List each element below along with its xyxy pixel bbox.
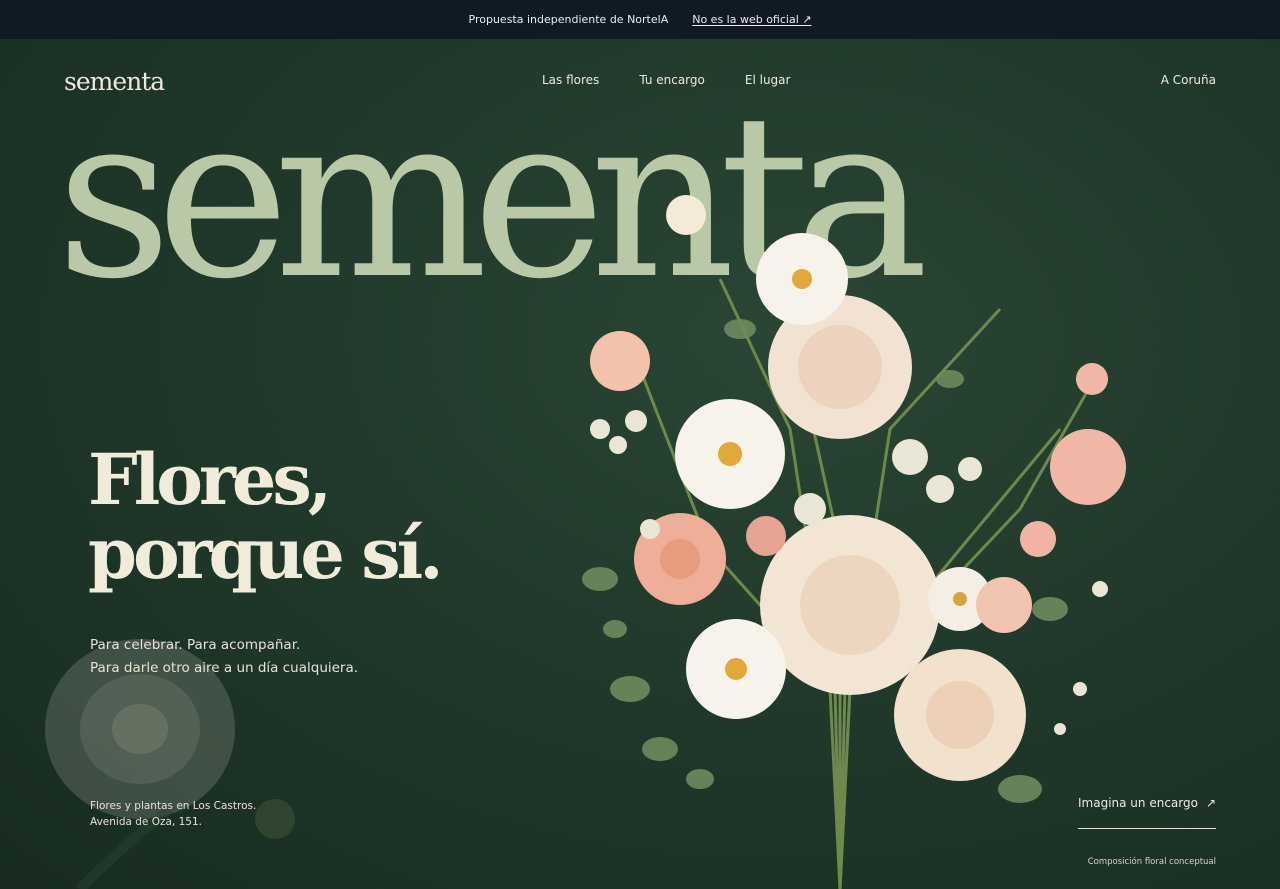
headline-line-1: Flores, [88, 438, 332, 521]
site-logo[interactable]: sementa [64, 67, 165, 96]
hero-subtitle: Para celebrar. Para acompañar. Para darl… [90, 634, 358, 680]
unofficial-link[interactable]: No es la web oficial ↗ [692, 13, 811, 26]
nav-item-las-flores[interactable]: Las flores [542, 73, 599, 87]
headline-line-2: porque sí. [88, 512, 444, 595]
white-dahlias [760, 295, 1026, 781]
order-cta-button[interactable]: Imagina un encargo ↗ [1078, 796, 1216, 829]
address-line-2: Avenida de Oza, 151. [90, 816, 202, 828]
hero-section: sementa sementa Las flores Tu encargo El… [0, 39, 1280, 889]
cta-label: Imagina un encargo [1078, 796, 1198, 810]
announcement-bar: Propuesta independiente de NortelA No es… [0, 0, 1280, 39]
nav-item-tu-encargo[interactable]: Tu encargo [639, 73, 705, 87]
nav-item-el-lugar[interactable]: El lugar [745, 73, 791, 87]
hero-headline: Flores, porque sí. [88, 443, 444, 591]
image-caption: Composición floral conceptual [1087, 857, 1216, 867]
subtitle-line-2: Para darle otro aire a un día cualquiera… [90, 660, 359, 676]
arrow-up-right-icon: ↗ [1205, 796, 1216, 810]
address-line-1: Flores y plantas en Los Castros. [90, 800, 257, 812]
main-nav: Las flores Tu encargo El lugar [542, 73, 790, 87]
subtitle-line-1: Para celebrar. Para acompañar. [90, 637, 301, 653]
blurred-bud [255, 799, 295, 839]
announcement-text: Propuesta independiente de NortelA [468, 13, 669, 26]
bouquet-image [582, 195, 1126, 889]
store-address: Flores y plantas en Los Castros. Avenida… [90, 798, 256, 830]
location-link[interactable]: A Coruña [1161, 73, 1216, 87]
